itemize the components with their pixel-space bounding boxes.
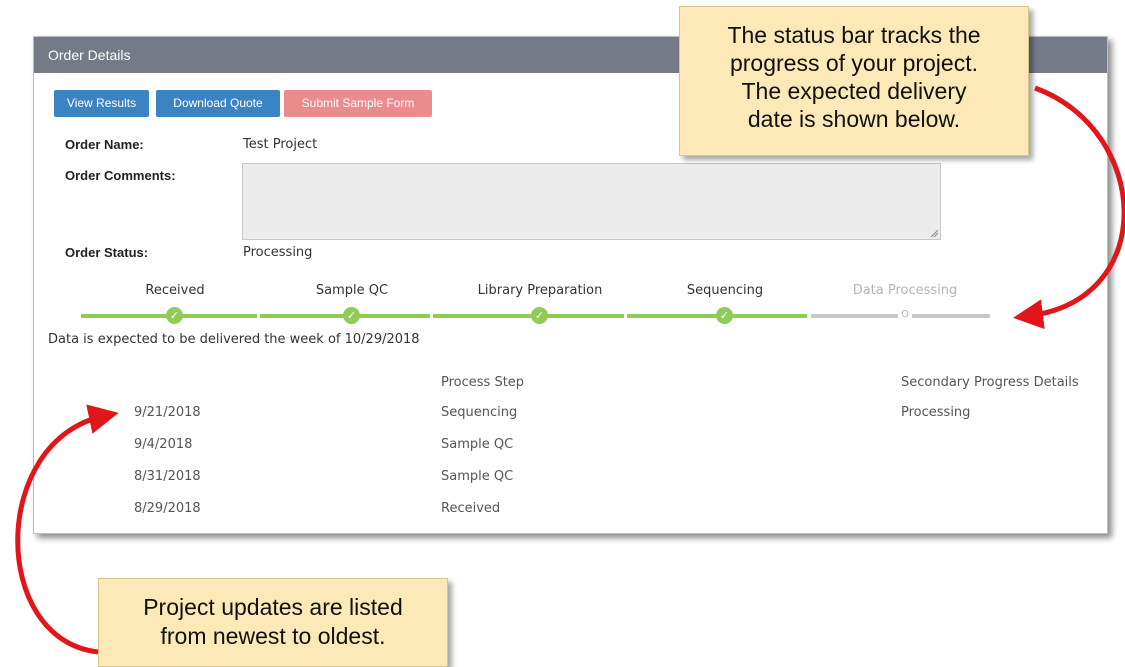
- arrow-to-status-bar: [1013, 85, 1125, 330]
- annotation-arrows: [15, 85, 1125, 655]
- arrow-to-updates-list: [15, 404, 119, 655]
